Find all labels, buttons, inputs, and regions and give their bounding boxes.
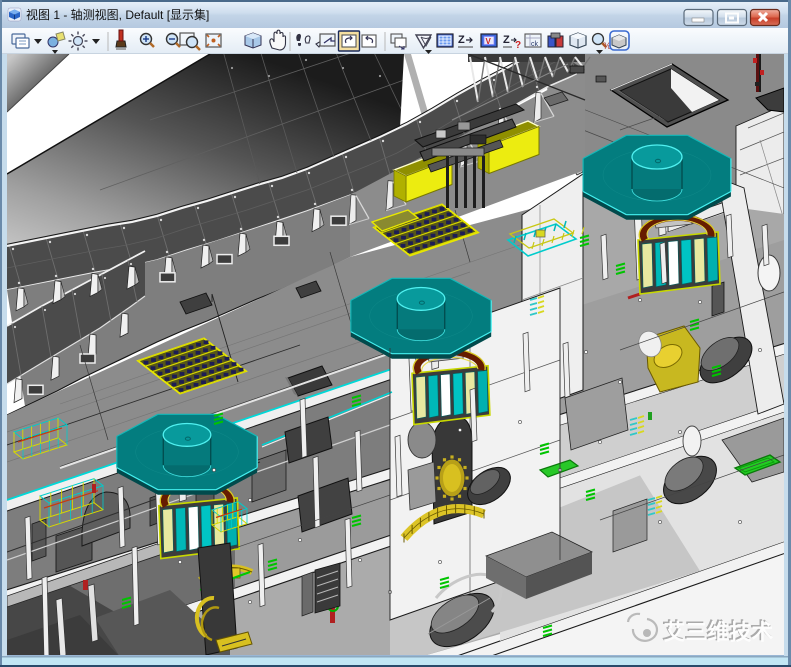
- svg-text:?: ?: [515, 40, 521, 51]
- svg-text:Z: Z: [458, 34, 465, 46]
- svg-text:ck: ck: [531, 41, 539, 48]
- svg-text:Z: Z: [503, 34, 510, 46]
- svg-text:艾三维技术: 艾三维技术: [664, 619, 774, 644]
- svg-text:视图 1 - 轴测视图, Default [显示集]: 视图 1 - 轴测视图, Default [显示集]: [26, 7, 209, 22]
- svg-text:V: V: [486, 37, 492, 46]
